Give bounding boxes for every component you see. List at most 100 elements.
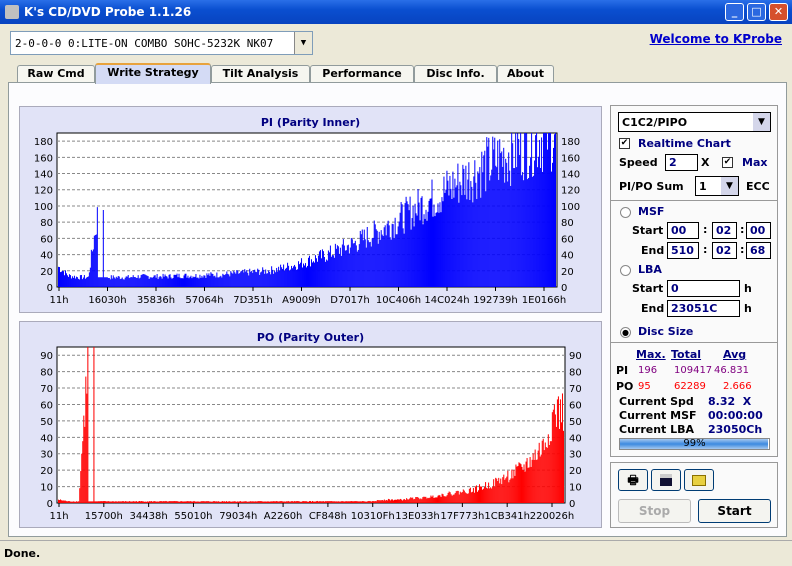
bar [170, 501, 172, 503]
bar [442, 201, 444, 287]
bar [256, 501, 258, 503]
bar [298, 501, 300, 503]
bar [349, 501, 351, 503]
msf-radio[interactable] [620, 207, 631, 218]
bar [145, 501, 147, 503]
bar [205, 277, 207, 287]
start-button[interactable]: Start [698, 499, 771, 523]
stop-button[interactable]: Stop [618, 499, 691, 523]
bar [547, 434, 549, 503]
msf-end-frame[interactable]: 68 [746, 242, 771, 259]
device-select[interactable]: 2-0-0-0 0:LITE-ON COMBO SOHC-5232K NK07 … [10, 31, 313, 55]
chevron-down-icon[interactable]: ▼ [294, 32, 312, 54]
bar [60, 499, 62, 503]
bar [493, 149, 495, 287]
bar [398, 221, 400, 287]
x-tick-label: 220026h [530, 511, 575, 522]
sum-select[interactable]: 1 ▼ [695, 176, 739, 196]
plot-area [56, 346, 566, 504]
divider [611, 342, 777, 343]
msf-start-frame[interactable]: 00 [746, 222, 771, 239]
tab-raw-cmd[interactable]: Raw Cmd [17, 65, 95, 83]
bar [138, 278, 140, 287]
bar [387, 498, 389, 503]
disc-size-radio[interactable]: ● [620, 327, 631, 338]
bar [348, 501, 350, 503]
bar [113, 277, 115, 287]
lba-radio[interactable] [620, 265, 631, 276]
bar [481, 151, 483, 287]
colon: : [740, 223, 745, 236]
bar [93, 347, 95, 503]
bar [262, 267, 264, 287]
bar [171, 278, 173, 287]
bar [143, 274, 145, 287]
bar [195, 274, 197, 287]
y-tick-label-right: 60 [561, 234, 574, 245]
tab-about[interactable]: About [497, 65, 554, 83]
bar [110, 275, 112, 287]
minimize-button[interactable]: _ [725, 3, 744, 21]
bar [393, 238, 395, 287]
bar [84, 426, 86, 503]
msf-start-label: Start [632, 224, 664, 237]
max-checkbox[interactable]: ✔ [722, 157, 733, 168]
bar [70, 278, 72, 287]
welcome-link[interactable]: Welcome to KProbe [650, 32, 782, 46]
bar [132, 501, 134, 503]
bar [382, 236, 384, 287]
msf-start-min[interactable]: 00 [667, 222, 699, 239]
bar [432, 216, 434, 287]
bar [497, 481, 499, 503]
chevron-down-icon[interactable]: ▼ [721, 177, 738, 195]
folder-icon [692, 475, 706, 486]
bar [552, 409, 554, 503]
bar [329, 245, 331, 287]
x-tick-label: 17F773h [440, 511, 484, 522]
msf-start-sec[interactable]: 02 [712, 222, 737, 239]
speed-input[interactable]: 2 [665, 154, 698, 171]
realtime-chart-checkbox[interactable]: ✔ [619, 138, 630, 149]
bar [134, 277, 136, 287]
bar [346, 245, 348, 287]
bar [536, 459, 538, 503]
bar [281, 267, 283, 287]
bar [206, 501, 208, 503]
bar [79, 275, 81, 287]
tab-performance[interactable]: Performance [310, 65, 414, 83]
disc-size-label: Disc Size [638, 325, 694, 338]
msf-end-min[interactable]: 510 [667, 242, 699, 259]
bar [209, 501, 211, 503]
bar [82, 277, 84, 287]
bar [72, 501, 74, 503]
tab-disc-info[interactable]: Disc Info. [414, 65, 497, 83]
msf-end-sec[interactable]: 02 [712, 242, 737, 259]
bar [232, 501, 234, 503]
maximize-button[interactable]: □ [747, 3, 766, 21]
bar [437, 203, 439, 287]
open-button[interactable] [684, 469, 714, 491]
bar [194, 276, 196, 287]
bar [141, 501, 144, 503]
mode-select[interactable]: C1C2/PIPO ▼ [618, 112, 771, 132]
bar [398, 499, 400, 503]
lba-end-input[interactable]: 23051C [667, 300, 740, 317]
bar [521, 466, 523, 503]
bar [219, 501, 221, 503]
tab-tilt-analysis[interactable]: Tilt Analysis [211, 65, 310, 83]
bar [77, 278, 79, 287]
bar [396, 234, 398, 287]
bar [403, 233, 405, 287]
tab-write-strategy[interactable]: Write Strategy [95, 63, 211, 84]
lba-start-input[interactable]: 0 [667, 280, 740, 297]
chevron-down-icon[interactable]: ▼ [753, 113, 770, 131]
bar [217, 501, 219, 503]
bar [163, 501, 165, 503]
bar [342, 239, 344, 287]
print-button[interactable]: 🖶 [618, 469, 648, 491]
close-button[interactable]: ✕ [769, 3, 788, 21]
bar [304, 265, 306, 287]
save-button[interactable] [651, 469, 681, 491]
bar [435, 497, 437, 503]
bar [467, 179, 469, 287]
